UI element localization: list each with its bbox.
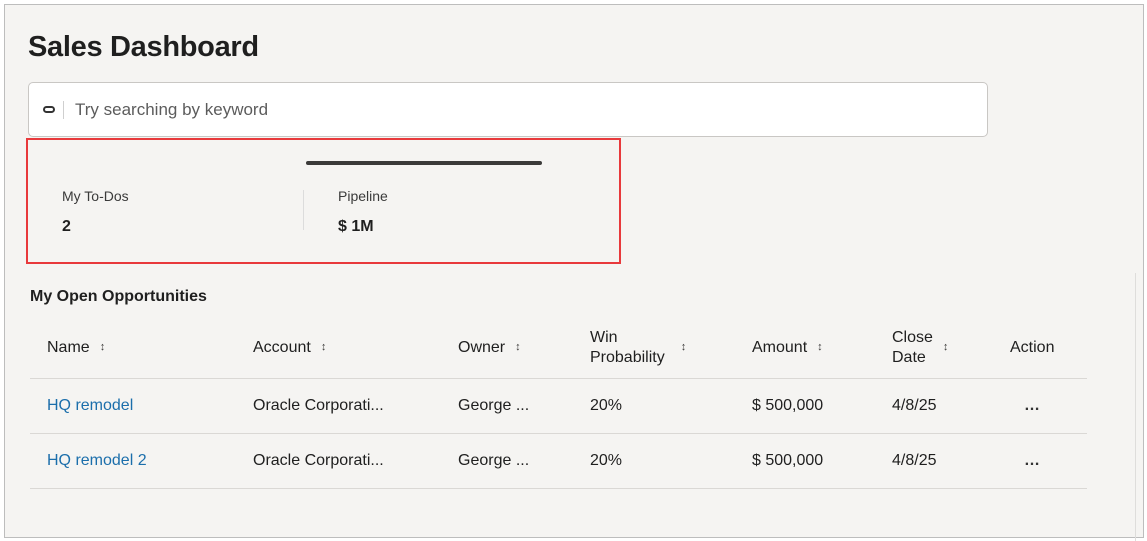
opportunity-name-link[interactable]: HQ remodel <box>47 379 133 433</box>
column-header-action: Action <box>1010 317 1054 378</box>
win-probability-cell: 20% <box>590 452 623 469</box>
column-header-amount[interactable]: Amount ↕ <box>752 317 823 378</box>
metric-label: Pipeline <box>338 188 388 204</box>
table-row: HQ remodel 2 Oracle Corporati... George … <box>30 434 1087 489</box>
sort-icon[interactable]: ↕ <box>100 342 106 353</box>
search-icon <box>43 106 55 113</box>
account-cell: Oracle Corporati... <box>253 452 384 469</box>
column-header-label: Name <box>47 338 90 356</box>
opportunities-table: Name ↕ Account ↕ Owner ↕ Win Probability… <box>30 317 1087 489</box>
metric-pipeline[interactable]: Pipeline $ 1M <box>338 188 388 236</box>
selected-tab-indicator <box>306 161 542 165</box>
sort-icon[interactable]: ↕ <box>943 342 949 353</box>
header-line: Win <box>590 328 618 346</box>
column-header-name[interactable]: Name ↕ <box>47 317 105 378</box>
amount-cell: $ 500,000 <box>752 397 824 414</box>
sort-icon[interactable]: ↕ <box>321 342 327 353</box>
column-header-owner[interactable]: Owner ↕ <box>458 317 521 378</box>
amount-cell: $ 500,000 <box>752 452 824 469</box>
search-input[interactable] <box>75 99 935 120</box>
close-date-cell: 4/8/25 <box>892 397 937 414</box>
header-line: Probability <box>590 348 665 366</box>
column-header-label: Action <box>1010 338 1055 356</box>
metric-value: $ 1M <box>338 218 374 235</box>
account-cell: Oracle Corporati... <box>253 397 384 414</box>
owner-cell: George ... <box>458 452 530 469</box>
table-row: HQ remodel Oracle Corporati... George ..… <box>30 379 1087 434</box>
app-frame: Sales Dashboard My To-Dos 2 Pipeline $ 1… <box>4 4 1144 541</box>
opportunity-name-link[interactable]: HQ remodel 2 <box>47 434 147 488</box>
column-header-label: Win Probability <box>590 328 665 368</box>
metrics-panel: My To-Dos 2 Pipeline $ 1M <box>26 138 621 264</box>
column-header-label: Close Date <box>892 328 933 368</box>
sort-icon[interactable]: ↕ <box>681 342 687 353</box>
column-header-account[interactable]: Account ↕ <box>253 317 326 378</box>
owner-cell: George ... <box>458 397 530 414</box>
column-header-win-probability[interactable]: Win Probability ↕ <box>590 317 686 378</box>
close-date-cell: 4/8/25 <box>892 452 937 469</box>
metric-todos[interactable]: My To-Dos 2 <box>62 188 129 236</box>
row-actions-menu[interactable]: … <box>1024 379 1041 433</box>
metric-divider <box>303 190 304 230</box>
column-header-label: Account <box>253 338 311 356</box>
win-probability-cell: 20% <box>590 397 623 414</box>
search-bar[interactable] <box>28 82 988 137</box>
panel-divider <box>1135 273 1136 541</box>
metric-value: 2 <box>62 218 71 235</box>
column-header-label: Amount <box>752 338 808 356</box>
header-line: Close <box>892 328 933 346</box>
row-actions-menu[interactable]: … <box>1024 434 1041 488</box>
metric-label: My To-Dos <box>62 188 129 204</box>
page-title: Sales Dashboard <box>28 31 259 63</box>
search-divider <box>63 100 64 119</box>
column-header-label: Owner <box>458 338 506 356</box>
table-header: Name ↕ Account ↕ Owner ↕ Win Probability… <box>30 317 1087 379</box>
column-header-close-date[interactable]: Close Date ↕ <box>892 317 948 378</box>
sort-icon[interactable]: ↕ <box>817 342 823 353</box>
sort-icon[interactable]: ↕ <box>515 342 521 353</box>
header-line: Date <box>892 348 926 366</box>
section-title: My Open Opportunities <box>30 288 207 305</box>
